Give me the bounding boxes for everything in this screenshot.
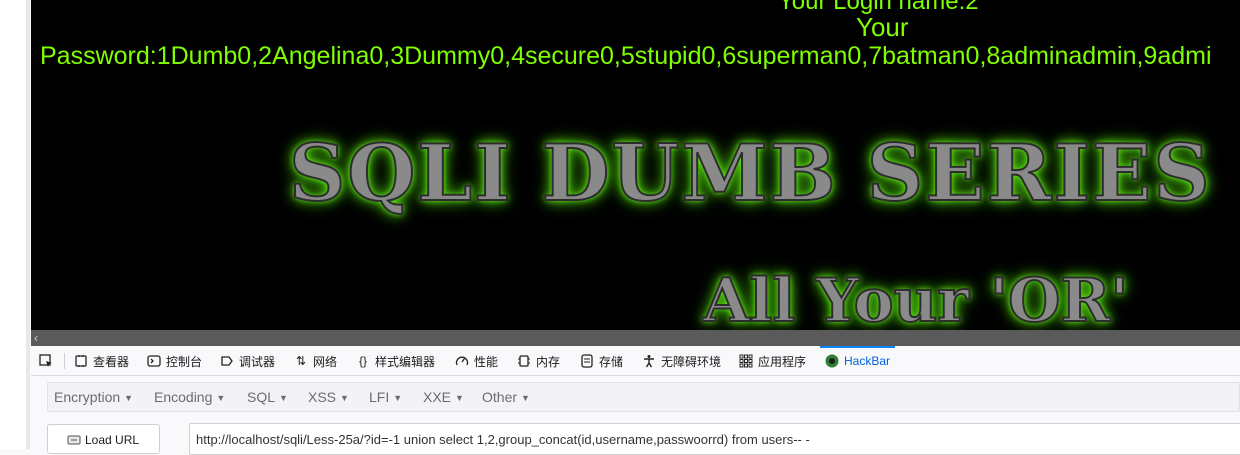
tab-label: 网络: [313, 354, 338, 369]
tab-performance[interactable]: 性能: [455, 346, 498, 376]
caret-down-icon: ▼: [340, 393, 349, 404]
menu-label: Other: [482, 389, 518, 405]
password-text: Password:1Dumb0,2Angelina0,3Dummy0,4secu…: [40, 42, 1212, 70]
menu-label: XSS: [308, 389, 337, 405]
tab-application[interactable]: 应用程序: [739, 346, 806, 376]
browser-window: Your Login name:2 Your Password:1Dumb0,2…: [0, 0, 1240, 455]
caret-down-icon: ▼: [521, 393, 530, 404]
hackbar-toolbar: Encryption ▼ Encoding ▼ SQL ▼ XSS ▼ LFI ▼ XXE…: [47, 382, 1240, 412]
encryption-menu[interactable]: Encryption ▼: [54, 383, 133, 411]
tab-style-editor[interactable]: {} 样式编辑器: [356, 346, 435, 376]
left-gutter: [0, 0, 30, 449]
tab-separator: [64, 353, 65, 369]
caret-down-icon: ▼: [455, 393, 464, 404]
load-url-label: Load URL: [85, 433, 140, 447]
horizontal-scrollbar[interactable]: ‹: [31, 330, 1240, 346]
tab-label: 存储: [599, 354, 624, 369]
element-picker-button[interactable]: [39, 346, 58, 376]
tab-label: 样式编辑器: [375, 354, 436, 369]
devtools-panel: 查看器 控制台 调试器 ⇅ 网络 {} 样式编辑器 性能 内存 存储 无障碍环境…: [31, 346, 1240, 455]
inspector-icon: [74, 354, 88, 368]
accessibility-icon: [642, 354, 656, 368]
load-url-button[interactable]: Load URL: [47, 424, 160, 454]
page-viewport: Your Login name:2 Your Password:1Dumb0,2…: [31, 0, 1240, 330]
menu-label: SQL: [247, 389, 276, 405]
debugger-icon: [220, 354, 234, 368]
tab-network[interactable]: ⇅ 网络: [294, 346, 337, 376]
menu-label: Encryption: [54, 389, 121, 405]
tab-label: 内存: [536, 354, 561, 369]
sql-menu[interactable]: SQL ▼: [247, 383, 288, 411]
tab-memory[interactable]: 内存: [517, 346, 560, 376]
network-icon: ⇅: [295, 354, 307, 368]
tab-debugger[interactable]: 调试器: [220, 346, 275, 376]
hackbar-icon: [825, 354, 839, 368]
element-picker-icon: [39, 354, 53, 368]
scroll-left-icon[interactable]: ‹: [34, 331, 38, 345]
style-editor-icon: {}: [358, 354, 367, 368]
encoding-menu[interactable]: Encoding ▼: [154, 383, 225, 411]
caret-down-icon: ▼: [216, 393, 226, 404]
devtools-tabbar: 查看器 控制台 调试器 ⇅ 网络 {} 样式编辑器 性能 内存 存储 无障碍环境…: [31, 346, 1240, 376]
tab-hackbar[interactable]: HackBar: [819, 346, 896, 376]
caret-down-icon: ▼: [124, 393, 134, 404]
load-url-icon: [67, 433, 81, 447]
tab-console[interactable]: 控制台: [147, 346, 202, 376]
application-icon: [739, 354, 753, 368]
lfi-menu[interactable]: LFI ▼: [369, 383, 402, 411]
banner-title-image: SQLI DUMB SERIES: [288, 127, 1212, 220]
tab-label: 性能: [474, 354, 499, 369]
tab-label: 调试器: [239, 354, 276, 369]
tab-label: 应用程序: [758, 354, 807, 369]
menu-label: LFI: [369, 389, 390, 405]
tab-label: 控制台: [166, 354, 203, 369]
tab-accessibility[interactable]: 无障碍环境: [642, 346, 721, 376]
tab-inspector[interactable]: 查看器: [74, 346, 129, 376]
xxe-menu[interactable]: XXE ▼: [423, 383, 464, 411]
memory-icon: [517, 354, 531, 368]
caret-down-icon: ▼: [279, 393, 288, 404]
console-icon: [147, 354, 161, 368]
xss-menu[interactable]: XSS ▼: [308, 383, 349, 411]
url-input[interactable]: [189, 423, 1240, 455]
your-label: Your: [856, 12, 909, 42]
tab-storage[interactable]: 存储: [580, 346, 623, 376]
menu-label: XXE: [423, 389, 452, 405]
storage-icon: [580, 354, 594, 368]
banner-subtitle-image: All Your 'OR': [702, 265, 1130, 330]
tab-label: HackBar: [844, 354, 891, 368]
caret-down-icon: ▼: [393, 393, 403, 404]
gutter-edge: [26, 0, 30, 449]
tab-label: 无障碍环境: [661, 354, 722, 369]
other-menu[interactable]: Other ▼: [482, 383, 530, 411]
tab-label: 查看器: [93, 354, 130, 369]
menu-label: Encoding: [154, 389, 213, 405]
performance-icon: [455, 354, 469, 368]
